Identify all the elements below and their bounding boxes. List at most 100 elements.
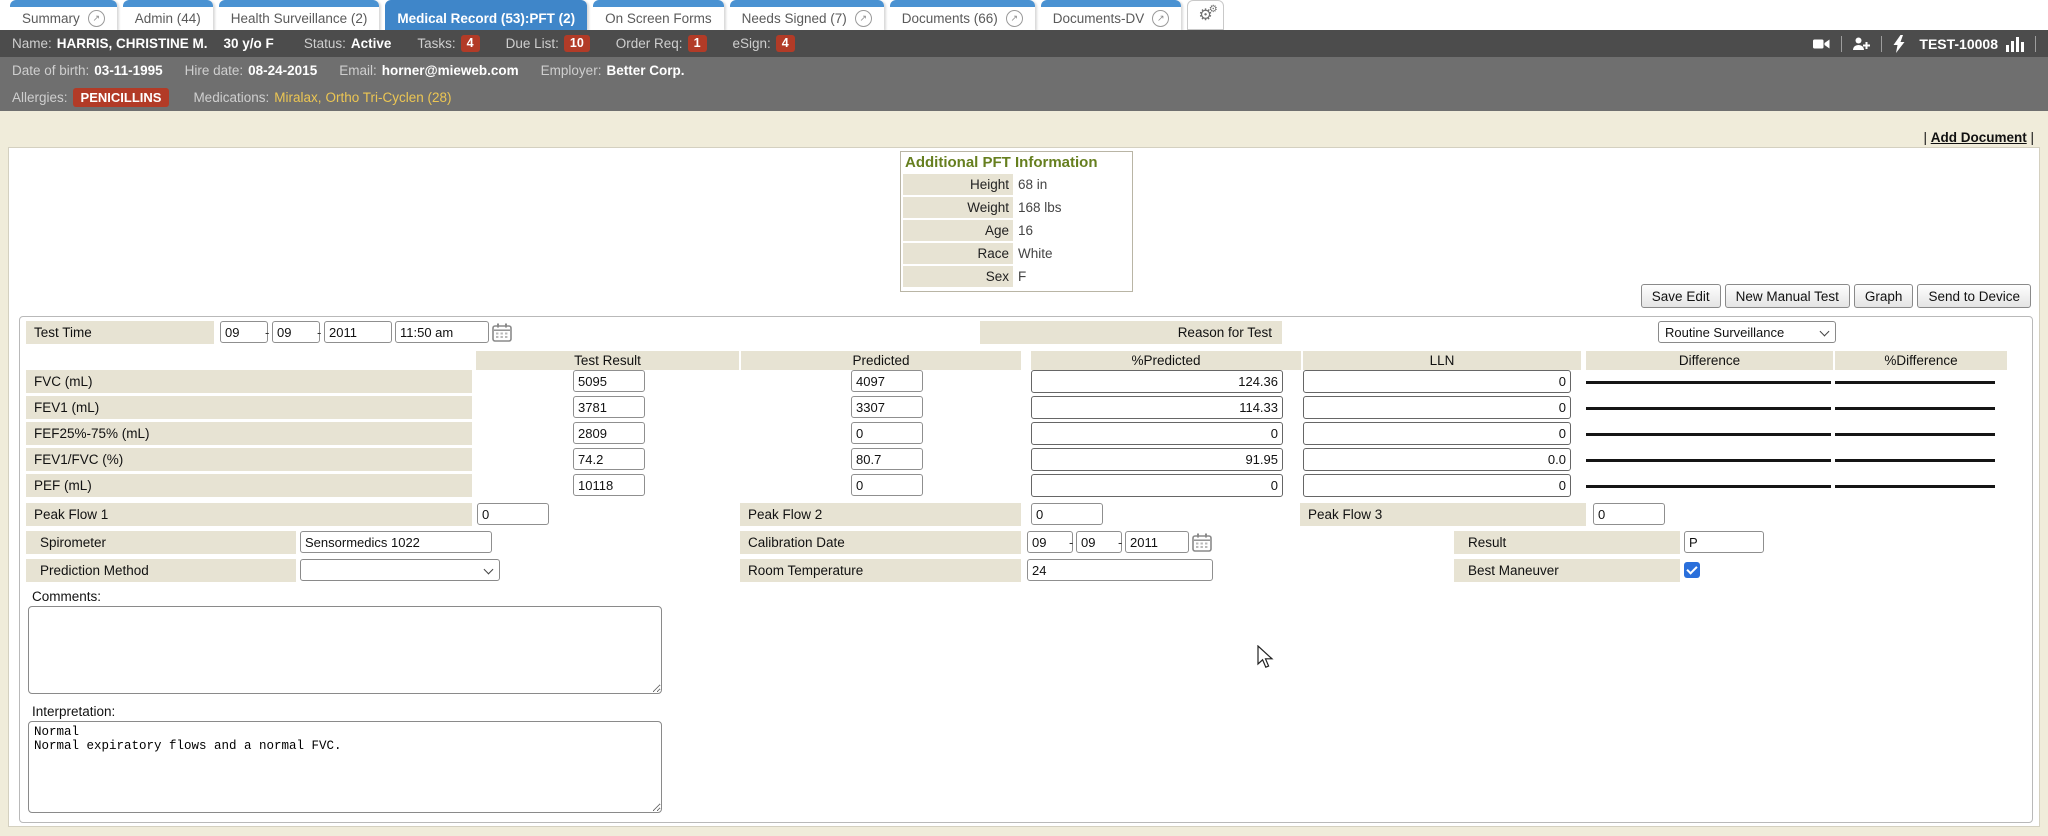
row-label: FEV1/FVC (%) <box>26 448 472 471</box>
pef-predicted-input[interactable] <box>851 474 923 496</box>
fev1fvc-pct-difference-line <box>1835 459 1995 462</box>
fev1-predicted-input[interactable] <box>851 396 923 418</box>
calendar-icon[interactable] <box>492 323 512 342</box>
peak-flow-2-input[interactable] <box>1031 503 1103 525</box>
prediction-method-label: Prediction Method <box>26 559 296 582</box>
external-link-icon[interactable]: ↗ <box>88 10 105 27</box>
tab-admin[interactable]: Admin (44) <box>123 0 213 30</box>
tab-documents[interactable]: Documents (66) ↗ <box>890 0 1035 30</box>
weight-label: Weight <box>903 197 1013 218</box>
esign-badge[interactable]: 4 <box>776 35 795 52</box>
test-time-row: Test Time - - Reason for Test Routine Su… <box>20 321 2032 347</box>
tab-documents-dv[interactable]: Documents-DV ↗ <box>1041 0 1182 30</box>
chart-icon[interactable] <box>2006 35 2025 53</box>
fvc-difference-line <box>1586 381 1831 384</box>
calibration-day-input[interactable] <box>1076 531 1122 553</box>
tab-settings[interactable]: ⚙ ⚙ <box>1187 0 1223 30</box>
tab-cap <box>1041 0 1182 7</box>
status-label: Status: <box>304 36 346 51</box>
test-clock-input[interactable] <box>395 321 489 343</box>
age-value: 16 <box>1013 223 1033 238</box>
graph-button[interactable]: Graph <box>1854 284 1914 308</box>
send-to-device-button[interactable]: Send to Device <box>1917 284 2031 308</box>
peak-flow-2-label: Peak Flow 2 <box>740 503 1021 526</box>
pef-test-result-input[interactable] <box>573 474 645 496</box>
result-input[interactable] <box>1684 531 1764 553</box>
fvc-pct-predicted-input[interactable] <box>1031 370 1283 393</box>
due-list-badge[interactable]: 10 <box>564 35 590 52</box>
fev1-lln-input[interactable] <box>1303 396 1571 419</box>
fvc-lln-input[interactable] <box>1303 370 1571 393</box>
fev1fvc-test-result-input[interactable] <box>573 448 645 470</box>
add-person-icon[interactable] <box>1852 35 1871 53</box>
sex-label: Sex <box>903 266 1013 287</box>
fvc-predicted-input[interactable] <box>851 370 923 392</box>
test-month-input[interactable] <box>220 321 268 343</box>
table-row-fef: FEF25%-75% (mL) <box>20 422 2032 448</box>
fev1-test-result-input[interactable] <box>573 396 645 418</box>
tab-needs-signed[interactable]: Needs Signed (7) ↗ <box>730 0 884 30</box>
add-document-row: | Add Document | <box>1923 130 2034 145</box>
room-temperature-input[interactable] <box>1027 559 1213 581</box>
external-link-icon[interactable]: ↗ <box>855 10 872 27</box>
peak-flow-1-input[interactable] <box>477 503 549 525</box>
action-button-row: Save Edit New Manual Test Graph Send to … <box>1641 284 2031 308</box>
peak-flow-3-input[interactable] <box>1593 503 1665 525</box>
save-edit-button[interactable]: Save Edit <box>1641 284 1721 308</box>
pef-pct-predicted-input[interactable] <box>1031 474 1283 497</box>
divider <box>1841 36 1842 52</box>
peak-flow-1-label: Peak Flow 1 <box>26 503 472 526</box>
result-label: Result <box>1454 531 1680 554</box>
calibration-year-input[interactable] <box>1125 531 1189 553</box>
tasks-badge[interactable]: 4 <box>461 35 480 52</box>
test-year-input[interactable] <box>324 321 392 343</box>
tab-health-surveillance[interactable]: Health Surveillance (2) <box>219 0 380 30</box>
external-link-icon[interactable]: ↗ <box>1152 10 1169 27</box>
fev1fvc-pct-predicted-input[interactable] <box>1031 448 1283 471</box>
spirometer-input[interactable] <box>300 531 492 553</box>
fvc-test-result-input[interactable] <box>573 370 645 392</box>
tab-medical-record-pft[interactable]: Medical Record (53):PFT (2) <box>385 0 587 30</box>
interpretation-textarea[interactable]: Normal Normal expiratory flows and a nor… <box>28 721 662 813</box>
best-maneuver-checkbox[interactable] <box>1684 562 1700 578</box>
patient-name: HARRIS, CHRISTINE M. <box>57 36 208 51</box>
fev1-pct-predicted-input[interactable] <box>1031 396 1283 419</box>
fev1-pct-difference-line <box>1835 407 1995 410</box>
allergy-badge[interactable]: PENICILLINS <box>73 88 170 107</box>
external-link-icon[interactable]: ↗ <box>1006 10 1023 27</box>
order-req-badge[interactable]: 1 <box>688 35 707 52</box>
pft-info-title: Additional PFT Information <box>901 152 1132 174</box>
fef-predicted-input[interactable] <box>851 422 923 444</box>
comments-textarea[interactable] <box>28 606 662 694</box>
dob-value: 03-11-1995 <box>94 63 162 78</box>
tab-on-screen-forms[interactable]: On Screen Forms <box>593 0 724 30</box>
calendar-icon[interactable] <box>1192 533 1212 552</box>
medication-link[interactable]: Ortho Tri-Cyclen (28) <box>326 90 452 105</box>
video-camera-icon[interactable] <box>1812 35 1831 53</box>
header-lln: LLN <box>1303 351 1581 370</box>
fef-test-result-input[interactable] <box>573 422 645 444</box>
medication-separator: , <box>318 90 322 105</box>
pef-lln-input[interactable] <box>1303 474 1571 497</box>
fev1fvc-predicted-input[interactable] <box>851 448 923 470</box>
height-value: 68 in <box>1013 177 1047 192</box>
reason-for-test-select[interactable]: Routine Surveillance <box>1658 321 1836 343</box>
calibration-month-input[interactable] <box>1027 531 1073 553</box>
add-document-link[interactable]: Add Document <box>1931 130 2027 145</box>
prediction-row: Prediction Method Room Temperature Best … <box>20 559 2032 585</box>
pef-pct-difference-line <box>1835 485 1995 488</box>
test-day-input[interactable] <box>272 321 320 343</box>
medication-link[interactable]: Miralax <box>274 90 318 105</box>
pft-info-row: Age 16 <box>903 220 1130 241</box>
fef-pct-predicted-input[interactable] <box>1031 422 1283 445</box>
allergy-meds-line: Allergies: PENICILLINS Medications: Mira… <box>0 84 2048 111</box>
email-value: horner@mieweb.com <box>382 63 519 78</box>
fef-lln-input[interactable] <box>1303 422 1571 445</box>
fvc-pct-difference-line <box>1835 381 1995 384</box>
flash-icon[interactable] <box>1892 35 1911 53</box>
prediction-method-select[interactable] <box>300 559 500 581</box>
new-manual-test-button[interactable]: New Manual Test <box>1725 284 1850 308</box>
chart-tab-bar: Summary ↗ Admin (44) Health Surveillance… <box>0 0 2048 30</box>
tab-summary[interactable]: Summary ↗ <box>10 0 117 30</box>
fev1fvc-lln-input[interactable] <box>1303 448 1571 471</box>
